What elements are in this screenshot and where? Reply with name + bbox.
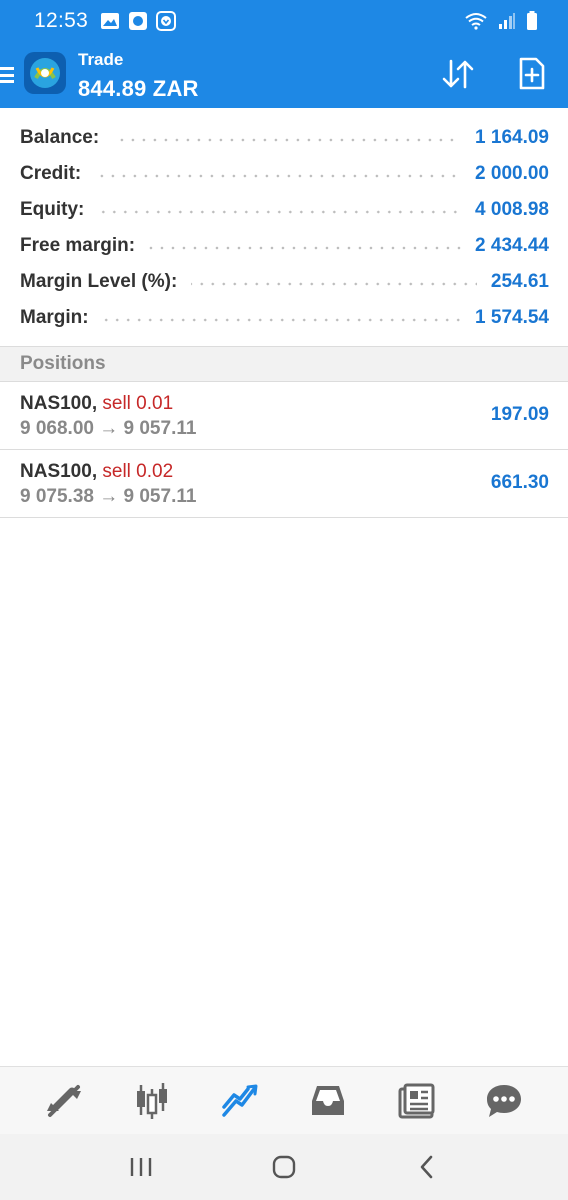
position-title: NAS100, sell 0.02 xyxy=(20,461,173,483)
bottom-navigation xyxy=(0,1066,568,1134)
wifi-icon xyxy=(465,13,487,30)
home-button[interactable] xyxy=(259,1142,309,1192)
recent-apps-button[interactable] xyxy=(116,1142,166,1192)
battery-icon xyxy=(527,11,537,30)
dot-leader xyxy=(191,282,477,286)
nav-news[interactable] xyxy=(391,1076,441,1126)
account-summary: Balance: 1 164.09 Credit: 2 000.00 Equit… xyxy=(0,120,568,336)
new-order-button[interactable] xyxy=(512,54,552,94)
recent-apps-icon xyxy=(131,1158,152,1176)
signal-icon xyxy=(499,13,515,29)
summary-value: 254.61 xyxy=(490,271,549,292)
page-title: Trade xyxy=(78,50,124,69)
positions-list: NAS100, sell 0.01 9 068.00 → 9 057.11 19… xyxy=(0,382,568,518)
status-bar: 12:53 xyxy=(0,0,568,42)
position-separator: , xyxy=(91,461,103,482)
summary-row-balance: Balance: 1 164.09 xyxy=(0,120,568,156)
nav-chart[interactable] xyxy=(127,1076,177,1126)
dot-leader xyxy=(102,318,462,322)
quotes-icon xyxy=(47,1084,81,1117)
back-icon xyxy=(420,1155,432,1179)
system-navigation xyxy=(0,1134,568,1200)
dot-leader xyxy=(98,210,462,214)
summary-row-free-margin: Free margin: 2 434.44 xyxy=(0,228,568,264)
history-icon xyxy=(312,1085,344,1115)
summary-row-margin: Margin: 1 574.54 xyxy=(0,300,568,336)
summary-value: 1 574.54 xyxy=(475,307,549,328)
position-title: NAS100, sell 0.01 xyxy=(20,393,173,415)
summary-row-credit: Credit: 2 000.00 xyxy=(0,156,568,192)
news-icon xyxy=(398,1083,435,1118)
app-logo xyxy=(24,52,66,94)
summary-value: 1 164.09 xyxy=(475,127,549,148)
dot-leader xyxy=(149,246,462,250)
summary-label: Margin: xyxy=(20,307,89,328)
position-side: sell 0.02 xyxy=(102,461,174,482)
position-symbol: NAS100 xyxy=(20,393,92,414)
position-symbol: NAS100 xyxy=(20,461,92,482)
account-equity: 844.89 ZAR xyxy=(78,76,199,101)
summary-label: Credit: xyxy=(20,163,82,184)
sort-button[interactable] xyxy=(438,54,478,94)
position-prices: 9 068.00 → 9 057.11 xyxy=(20,418,197,439)
position-profit: 661.30 xyxy=(490,472,549,493)
chart-icon xyxy=(137,1082,167,1119)
gallery-icon xyxy=(101,13,120,29)
metatrader-logo-icon xyxy=(30,58,60,88)
summary-label: Free margin: xyxy=(20,235,136,256)
app-bar: Trade 844.89 ZAR xyxy=(0,42,568,108)
summary-value: 4 008.98 xyxy=(475,199,549,220)
positions-section-header: Positions xyxy=(0,346,568,382)
position-side: sell 0.01 xyxy=(102,393,174,414)
position-profit: 197.09 xyxy=(490,404,549,425)
trade-icon xyxy=(222,1084,258,1117)
summary-value: 2 000.00 xyxy=(475,163,549,184)
nav-history[interactable] xyxy=(303,1076,353,1126)
position-row[interactable]: NAS100, sell 0.02 9 075.38 → 9 057.11 66… xyxy=(0,450,568,518)
nav-quotes[interactable] xyxy=(39,1076,89,1126)
dot-leader xyxy=(113,138,462,142)
sort-icon xyxy=(442,59,474,89)
position-row[interactable]: NAS100, sell 0.01 9 068.00 → 9 057.11 19… xyxy=(0,382,568,450)
positions-header-label: Positions xyxy=(20,353,106,374)
home-icon xyxy=(272,1155,296,1179)
download-icon xyxy=(156,11,177,31)
dot-leader xyxy=(95,174,462,178)
status-time: 12:53 xyxy=(34,9,89,32)
app-notification-icon xyxy=(129,12,148,30)
chat-icon xyxy=(487,1084,521,1117)
summary-label: Balance: xyxy=(20,127,100,148)
summary-row-equity: Equity: 4 008.98 xyxy=(0,192,568,228)
menu-icon[interactable] xyxy=(0,67,14,83)
position-separator: , xyxy=(91,393,103,414)
summary-value: 2 434.44 xyxy=(475,235,549,256)
back-button[interactable] xyxy=(402,1142,452,1192)
summary-label: Equity: xyxy=(20,199,85,220)
summary-row-margin-level: Margin Level (%): 254.61 xyxy=(0,264,568,300)
summary-label: Margin Level (%): xyxy=(20,271,178,292)
nav-chat[interactable] xyxy=(479,1076,529,1126)
add-document-icon xyxy=(519,57,545,90)
position-prices: 9 075.38 → 9 057.11 xyxy=(20,486,197,507)
nav-trade[interactable] xyxy=(215,1076,265,1126)
